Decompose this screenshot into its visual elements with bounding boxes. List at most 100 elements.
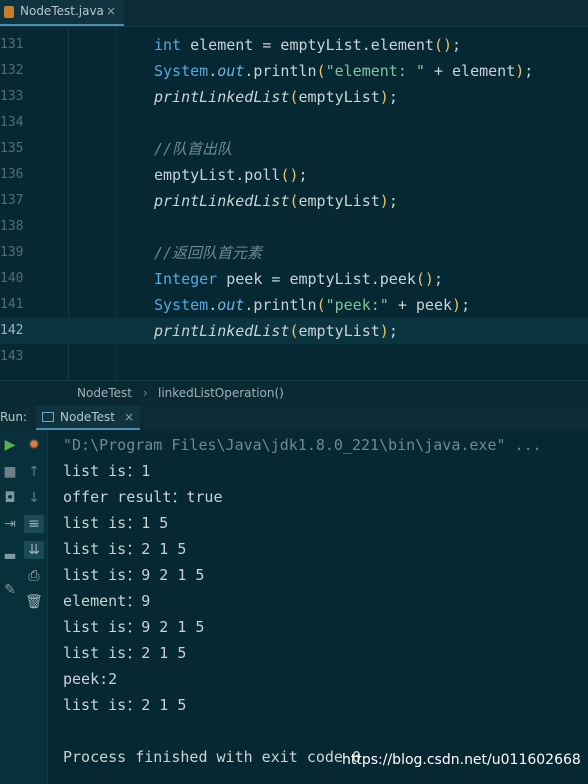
code-token: emptyList (298, 192, 380, 210)
code-line[interactable]: //队首出队 (154, 136, 232, 162)
code-token: ; (388, 88, 398, 106)
console-line: list is：2 1 5 (63, 696, 187, 714)
trash-icon[interactable]: 🗑 (24, 593, 44, 611)
code-token: ) (379, 192, 389, 210)
stop-icon[interactable]: ■ (0, 463, 20, 481)
code-token: //队首出队 (154, 140, 233, 158)
line-number: 136 (0, 167, 24, 182)
console-line: list is：9 2 1 5 (63, 566, 205, 584)
code-token: ; (388, 322, 398, 340)
line-number: 137 (0, 193, 24, 208)
code-token: peek = emptyList.peek (217, 270, 416, 288)
console-output[interactable]: "D:\Program Files\Java\jdk1.8.0_221\bin\… (48, 430, 588, 784)
restore-layout-icon[interactable]: ⇥ (0, 515, 20, 533)
code-token: System (154, 296, 209, 314)
code-token: () (433, 36, 453, 54)
tab-filename: NodeTest.java (20, 4, 104, 18)
breadcrumb-class[interactable]: NodeTest (77, 386, 132, 400)
console-line: list is：9 2 1 5 (63, 618, 205, 636)
rerun-icon[interactable]: ▶ (0, 436, 20, 454)
code-token: out (217, 296, 245, 314)
code-line[interactable]: System.out.println("element: " + element… (154, 58, 533, 84)
down-arrow-icon[interactable]: ↓ (24, 489, 44, 507)
up-arrow-icon[interactable]: ↑ (24, 463, 44, 481)
watermark: https://blog.csdn.net/u011602668 (342, 752, 581, 768)
code-editor[interactable]: 131 int element = emptyList.element(); 132… (0, 27, 588, 380)
breadcrumb-method[interactable]: linkedListOperation() (158, 386, 284, 400)
code-line[interactable]: emptyList.poll(); (154, 162, 308, 188)
layout-icon[interactable]: ▬ (0, 547, 20, 565)
code-token: printLinkedList (154, 88, 290, 106)
run-toolbar-secondary: ✹ ↑ ↓ ≡ ⇊ ⎙ 🗑 (20, 430, 48, 784)
line-number: 133 (0, 89, 24, 104)
console-line: list is：2 1 5 (63, 540, 187, 558)
run-toolbar-primary: ▶ ■ ◘ ⇥ ▬ ✎ (0, 430, 20, 784)
code-token: + peek (388, 296, 453, 314)
scroll-to-end-icon[interactable]: ⇊ (24, 541, 44, 559)
console-line: Process finished with exit code 0 (63, 748, 362, 766)
console-line: list is：2 1 5 (63, 644, 187, 662)
debug-icon[interactable]: ✹ (24, 436, 44, 454)
code-token: ( (289, 192, 299, 210)
breadcrumb-separator: › (143, 386, 148, 400)
code-token: ; (461, 296, 471, 314)
run-tab-nodetest[interactable]: NodeTest × (36, 406, 140, 430)
pin-icon[interactable]: ✎ (0, 581, 20, 599)
close-icon[interactable]: × (124, 410, 134, 424)
code-line[interactable]: int element = emptyList.element(); (154, 32, 461, 58)
code-token: ) (515, 62, 525, 80)
console-command-line: "D:\Program Files\Java\jdk1.8.0_221\bin\… (63, 436, 542, 454)
code-line[interactable]: printLinkedList(emptyList); (154, 188, 398, 214)
tab-nodetest-java[interactable]: NodeTest.java × (0, 0, 124, 26)
line-number: 140 (0, 271, 24, 286)
code-token: ) (379, 322, 389, 340)
print-icon[interactable]: ⎙ (24, 567, 44, 585)
breadcrumb: NodeTest › linkedListOperation() (0, 380, 588, 408)
code-token: int (154, 36, 182, 54)
line-number: 141 (0, 297, 24, 312)
code-token: ; (388, 192, 398, 210)
code-token: . (208, 62, 218, 80)
code-line[interactable]: System.out.println("peek:" + peek); (154, 292, 470, 318)
close-icon[interactable]: × (106, 4, 116, 18)
run-panel-header: Run: NodeTest × (0, 406, 588, 431)
code-line[interactable]: Integer peek = emptyList.peek(); (154, 266, 443, 292)
soft-wrap-icon[interactable]: ≡ (24, 515, 44, 533)
code-token: .println (244, 62, 317, 80)
console-line: list is：1 (63, 462, 151, 480)
line-number: 131 (0, 37, 24, 52)
code-token: ) (379, 88, 389, 106)
code-token: () (415, 270, 434, 288)
run-label: Run: (0, 410, 28, 424)
code-line[interactable]: printLinkedList(emptyList); (154, 84, 398, 110)
code-token: emptyList.poll (154, 166, 281, 184)
run-tab-label: NodeTest (60, 410, 115, 424)
console-line: element：9 (63, 592, 151, 610)
code-token: printLinkedList (154, 192, 290, 210)
code-token: . (208, 296, 218, 314)
code-token: ( (316, 296, 326, 314)
code-token: "peek:" (325, 296, 389, 314)
code-token: System (154, 62, 209, 80)
code-token: printLinkedList (154, 322, 290, 340)
line-number: 138 (0, 219, 24, 234)
code-token: emptyList (298, 322, 380, 340)
console-line: list is：1 5 (63, 514, 169, 532)
editor-tab-bar: NodeTest.java × (0, 0, 588, 27)
code-token: out (217, 62, 245, 80)
code-token: ; (524, 62, 534, 80)
code-token: emptyList (298, 88, 380, 106)
line-number: 139 (0, 245, 24, 260)
code-token: "element: " (325, 62, 425, 80)
code-line[interactable]: //返回队首元素 (154, 240, 262, 266)
code-line[interactable]: printLinkedList(emptyList); (154, 318, 398, 344)
code-token: Integer (154, 270, 218, 288)
console-line: offer result：true (63, 488, 223, 506)
code-token: ; (298, 166, 308, 184)
line-number: 135 (0, 141, 24, 156)
line-number: 134 (0, 115, 24, 130)
code-token: .println (244, 296, 317, 314)
camera-icon[interactable]: ◘ (0, 489, 20, 507)
console-icon (42, 412, 54, 422)
code-token: ) (452, 296, 462, 314)
